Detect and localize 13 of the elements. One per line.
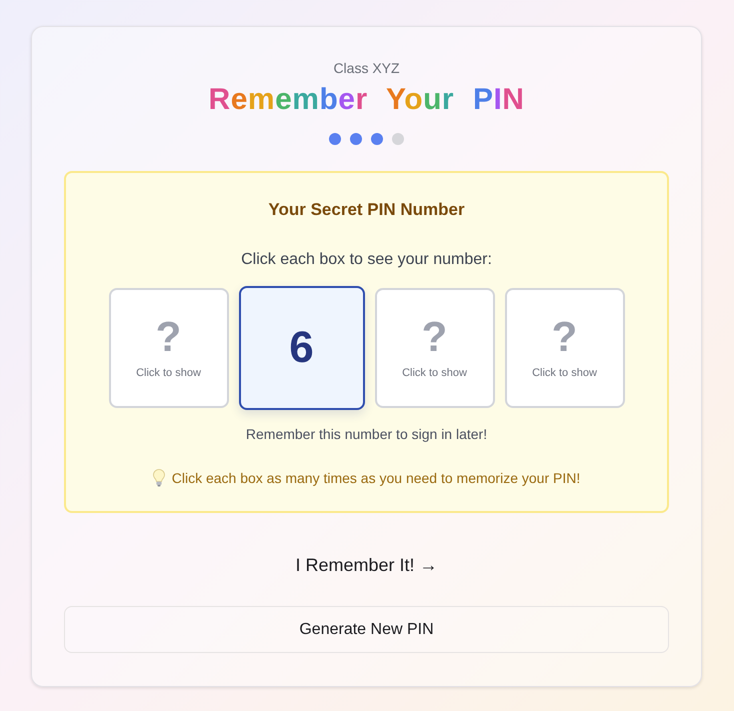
generate-pin-button[interactable]: Generate New PIN <box>64 606 669 653</box>
pin-box[interactable]: ? Click to show <box>504 288 624 408</box>
confirm-button[interactable]: I Remember It! → <box>279 543 454 587</box>
panel-heading: Your Secret PIN Number <box>268 199 465 221</box>
page-title: Remember Your PIN <box>208 82 524 118</box>
reminder-text: Remember this number to sign in later! <box>246 425 488 444</box>
class-label: Class XYZ <box>333 59 400 78</box>
instruction-text: Click each box to see your number: <box>241 250 492 270</box>
pin-box[interactable]: ? Click to show <box>374 288 494 408</box>
pin-box[interactable]: 6 <box>238 286 364 410</box>
pin-box[interactable]: ? Click to show <box>108 288 228 408</box>
lightbulb-icon <box>152 469 165 487</box>
tip-text: Click each box as many times as you need to memorize your PIN! <box>172 469 580 488</box>
